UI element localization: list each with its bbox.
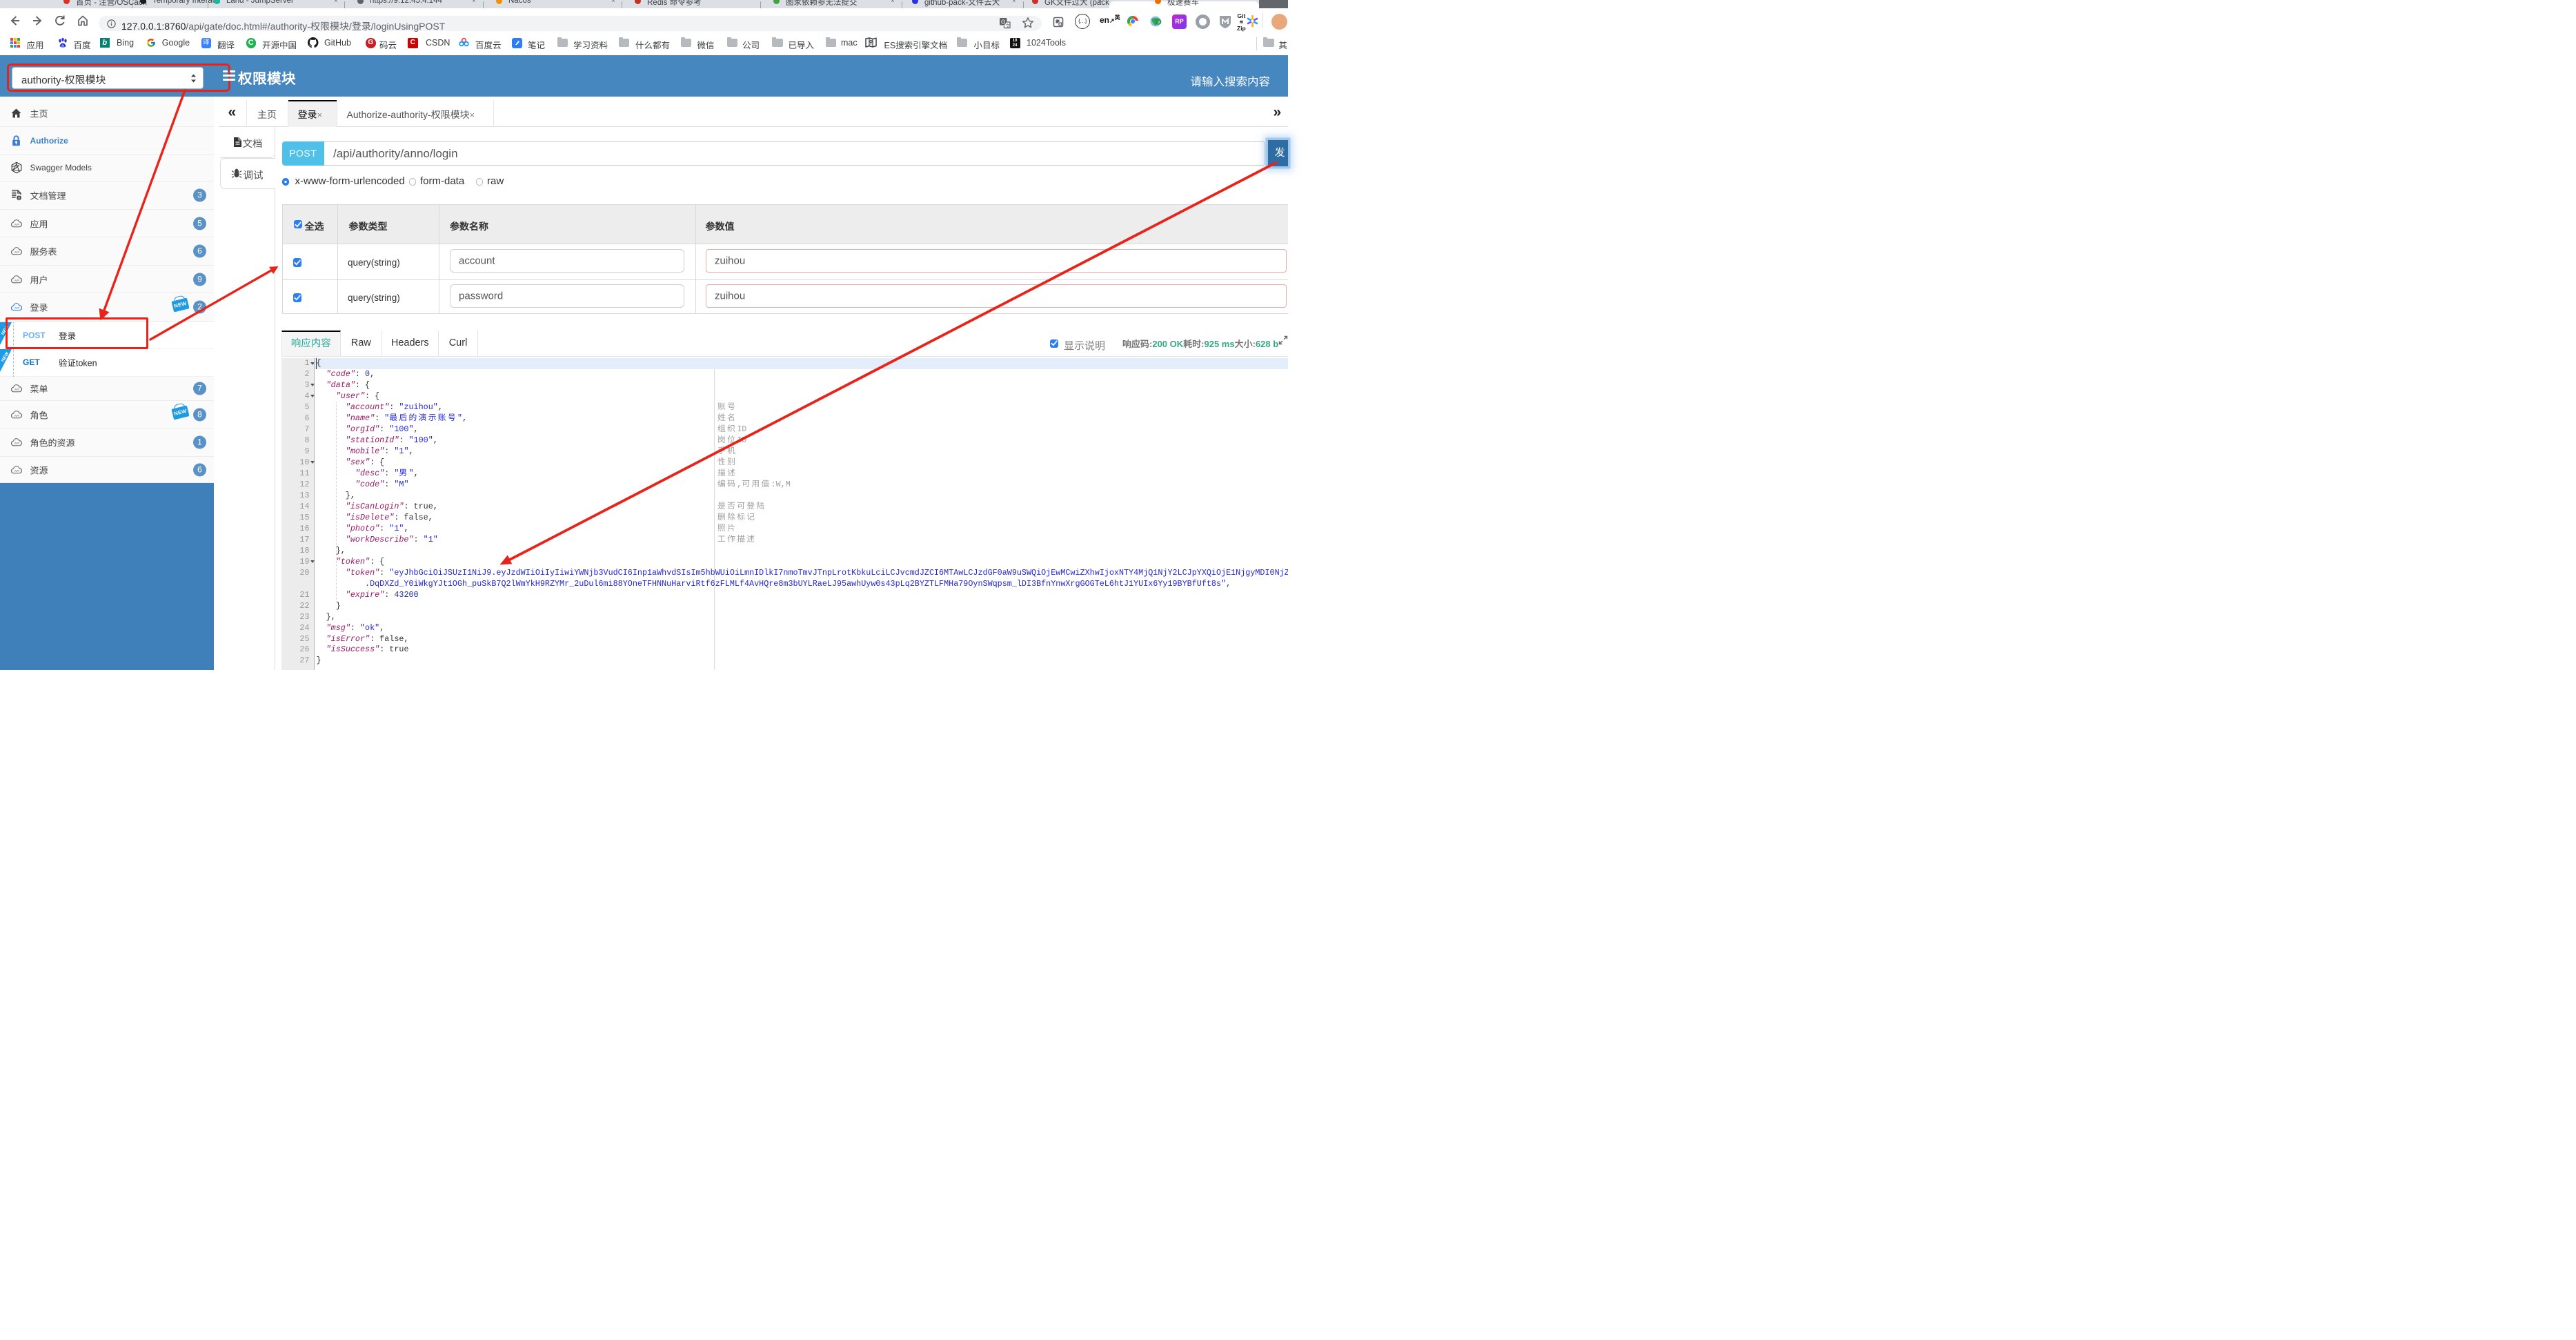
- svg-text:API: API: [14, 388, 20, 391]
- svg-text:API: API: [14, 469, 20, 473]
- svg-text:API: API: [14, 223, 20, 226]
- svg-text:API: API: [14, 250, 20, 254]
- svg-text:API: API: [14, 414, 20, 417]
- svg-text:API: API: [14, 279, 20, 282]
- svg-text:API: API: [14, 442, 20, 445]
- svg-text:du: du: [61, 43, 65, 47]
- svg-text:文: 文: [1005, 23, 1010, 29]
- svg-text:API: API: [14, 306, 20, 310]
